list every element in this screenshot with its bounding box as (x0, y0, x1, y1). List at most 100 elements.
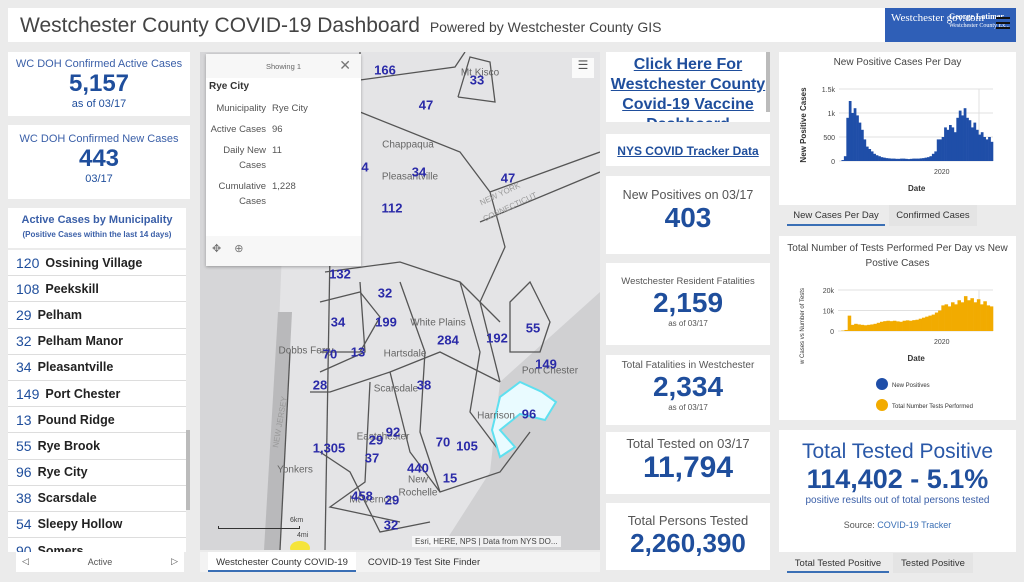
bar (879, 321, 884, 331)
bar (928, 315, 932, 331)
case-count-label[interactable]: 96 (522, 407, 536, 422)
menu-icon[interactable] (996, 17, 1010, 29)
case-count-label[interactable]: 458 (351, 489, 373, 504)
bar (847, 315, 852, 331)
list-subtitle: (Positive Cases within the last 14 days) (22, 230, 172, 239)
tab-total-tested-positive[interactable]: Total Tested Positive (787, 553, 889, 573)
list-item[interactable]: 13 Pound Ridge (8, 407, 186, 434)
bar (938, 310, 942, 331)
cases-chart[interactable]: 0 500 1k 1.5k 2020 Date New Positive Cases (779, 52, 1016, 205)
active-cases-card: WC DOH Confirmed Active Cases 5,157 as o… (8, 52, 190, 116)
y-tick-label: 1.5k (822, 87, 836, 94)
place-label: Yonkers (277, 464, 313, 476)
scale-bar (218, 526, 300, 529)
list-item[interactable]: 38 Scarsdale (8, 485, 186, 512)
bar (870, 151, 874, 161)
case-count-label[interactable]: 199 (375, 315, 397, 330)
case-count-label[interactable]: 29 (385, 493, 399, 508)
vaccine-scrollbar[interactable] (766, 52, 770, 112)
popup-field: Cumulative Cases 1,228 (206, 179, 361, 209)
list-item[interactable]: 55 Rye Brook (8, 433, 186, 460)
list-scrollbar[interactable] (186, 430, 190, 510)
case-count-label[interactable]: 32 (384, 518, 398, 533)
case-count-label[interactable]: 284 (437, 333, 459, 348)
case-count-label[interactable]: 440 (407, 461, 429, 476)
tab-confirmed-cases[interactable]: Confirmed Cases (889, 205, 977, 226)
case-count-label[interactable]: 55 (526, 321, 540, 336)
municipality-list[interactable]: 120 Ossining Village 108 Peekskill 29 Pelham 3… (8, 250, 186, 552)
case-count-label[interactable]: 15 (443, 471, 457, 486)
legend-list-icon[interactable]: ☰ (572, 58, 594, 78)
case-count-label[interactable]: 4 (361, 160, 368, 175)
case-count-label[interactable]: 112 (382, 201, 403, 216)
list-item[interactable]: 120 Ossining Village (8, 250, 186, 277)
municipality-list-header: Active Cases by Municipality (Positive C… (8, 208, 186, 248)
test-site-marker[interactable] (290, 541, 310, 550)
persons-tested-value: 2,260,390 (630, 528, 746, 558)
case-count-label[interactable]: 149 (535, 357, 557, 372)
case-count-label[interactable]: 29 (369, 433, 383, 448)
bar (848, 101, 852, 161)
nys-tracker-link[interactable]: NYS COVID Tracker Data (617, 144, 758, 158)
case-count-label[interactable]: 70 (436, 435, 450, 450)
bar (958, 110, 962, 161)
total-fatalities-card: Total Fatalities in Westchester 2,334 as… (606, 355, 770, 425)
tab-westchester-covid[interactable]: Westchester County COVID-19 (208, 552, 356, 572)
case-count-label[interactable]: 37 (365, 451, 379, 466)
case-count-label[interactable]: 192 (486, 331, 508, 346)
total-positive-sub: positive results out of total persons te… (805, 495, 990, 506)
case-count-label[interactable]: 92 (386, 425, 400, 440)
case-count-label[interactable]: 34 (412, 165, 426, 180)
tests-chart[interactable]: 0 10k 20k 2020 Date w Cases vs Number of Test… (779, 236, 1016, 420)
list-item[interactable]: 29 Pelham (8, 302, 186, 329)
case-count-label[interactable]: 166 (374, 63, 396, 78)
list-item[interactable]: 90 Somers (8, 538, 186, 552)
case-count-label[interactable]: 47 (419, 98, 433, 113)
bar (863, 325, 868, 331)
close-icon[interactable]: ✕ (339, 57, 351, 74)
case-count-label[interactable]: 34 (331, 315, 345, 330)
item-name: Ossining Village (45, 255, 143, 270)
case-count-label[interactable]: 70 (323, 347, 337, 362)
bar (885, 158, 889, 161)
next-arrow-icon[interactable]: ▷ (171, 556, 178, 567)
list-footer: ◁ Active ▷ (16, 552, 184, 572)
list-item[interactable]: 149 Port Chester (8, 380, 186, 408)
case-count-label[interactable]: 32 (378, 286, 392, 301)
vaccine-dashboard-link[interactable]: Click Here For Westchester County Covid-… (611, 56, 765, 122)
case-count-label[interactable]: 38 (417, 378, 431, 393)
covid-tracker-link[interactable]: COVID-19 Tracker (877, 520, 951, 530)
bar (934, 151, 938, 161)
list-item[interactable]: 34 Pleasantville (8, 354, 186, 381)
bar (924, 157, 928, 161)
bar (858, 122, 862, 161)
chart-tabs: New Cases Per Day Confirmed Cases (779, 205, 1016, 226)
pan-icon[interactable]: ✥ (212, 243, 221, 255)
bar (892, 320, 897, 331)
list-item[interactable]: 32 Pelham Manor (8, 328, 186, 355)
list-item[interactable]: 96 Rye City (8, 459, 186, 486)
bar (990, 141, 994, 161)
case-count-label[interactable]: 47 (501, 171, 515, 186)
county-logo[interactable]: Westchester gov.com George Latimer Westc… (885, 8, 1016, 42)
total-fatalities-date: as of 03/17 (668, 403, 708, 412)
tab-test-site-finder[interactable]: COVID-19 Test Site Finder (360, 552, 488, 572)
tab-tested-positive[interactable]: Tested Positive (893, 553, 973, 573)
case-count-label[interactable]: 13 (351, 345, 365, 360)
case-count-label[interactable]: 28 (313, 378, 327, 393)
map[interactable]: Mt Kisco Chappaqua Pleasantville NEW YORK CO… (200, 52, 600, 550)
tests-chart-card: Total Number of Tests Performed Per Day … (779, 236, 1016, 420)
active-cases-label: WC DOH Confirmed Active Cases (15, 58, 183, 70)
total-tested-card: Total Tested on 03/17 11,794 (606, 432, 770, 494)
case-count-label[interactable]: 33 (470, 73, 484, 88)
zoom-to-icon[interactable]: ⊕ (234, 243, 243, 255)
case-count-label[interactable]: 132 (329, 267, 351, 282)
case-count-label[interactable]: 1,305 (313, 441, 346, 456)
list-item[interactable]: 108 Peekskill (8, 276, 186, 303)
case-count-label[interactable]: 105 (456, 439, 478, 454)
y-tick-label: 1k (828, 111, 836, 118)
item-count: 32 (16, 333, 32, 350)
tab-new-cases-per-day[interactable]: New Cases Per Day (787, 205, 885, 226)
list-item[interactable]: 54 Sleepy Hollow (8, 511, 186, 539)
bar (980, 132, 984, 161)
